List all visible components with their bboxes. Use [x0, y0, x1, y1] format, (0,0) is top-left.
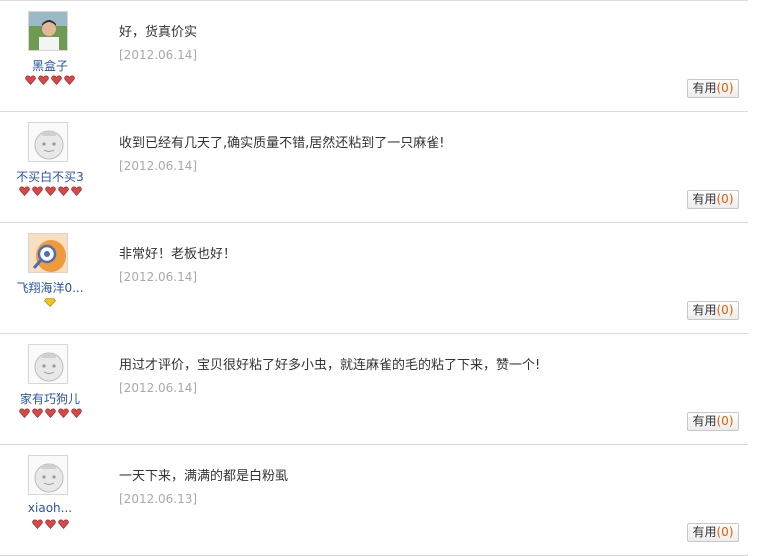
- review-date: [2012.06.13]: [119, 492, 198, 506]
- useful-count: (0): [716, 414, 734, 428]
- heart-rank-icon: [57, 185, 69, 197]
- heart-rank-icon: [18, 407, 30, 419]
- heart-rank-icon: [57, 407, 69, 419]
- user-rank: [0, 518, 100, 530]
- review-content: 好，货真价实: [119, 25, 198, 40]
- review-date: [2012.06.14]: [119, 381, 198, 395]
- useful-count: (0): [716, 303, 734, 317]
- review-username[interactable]: 飞翔海洋0...: [0, 279, 100, 296]
- heart-rank-icon: [64, 74, 75, 86]
- useful-button[interactable]: 有用(0): [687, 190, 739, 209]
- review-item: 不买白不买3 收到已经有几天了,确实质量不错,居然还粘到了一只麻雀! [2012…: [0, 112, 748, 223]
- useful-label: 有用: [692, 525, 717, 539]
- review-content: 收到已经有几天了,确实质量不错,居然还粘到了一只麻雀!: [119, 136, 445, 151]
- review-date: [2012.06.14]: [119, 48, 198, 62]
- review-item: 黑盒子 好，货真价实 [2012.06.14] 有用(0): [0, 1, 748, 112]
- cartoon-avatar-icon[interactable]: [28, 233, 68, 273]
- heart-rank-icon: [38, 74, 49, 86]
- review-username[interactable]: 家有巧狗儿: [0, 390, 100, 407]
- useful-count: (0): [716, 525, 734, 539]
- heart-rank-icon: [31, 185, 43, 197]
- useful-label: 有用: [692, 81, 717, 95]
- review-username[interactable]: 不买白不买3: [0, 168, 100, 185]
- review-item: xiaoh... 一天下来，满满的都是白粉虱 [2012.06.13] 有用(0…: [0, 445, 748, 556]
- review-date: [2012.06.14]: [119, 159, 198, 173]
- useful-label: 有用: [692, 192, 717, 206]
- useful-button[interactable]: 有用(0): [687, 523, 739, 542]
- heart-rank-icon: [31, 518, 43, 530]
- user-rank: [0, 296, 100, 308]
- photo-avatar-icon[interactable]: [28, 11, 68, 51]
- review-content: 用过才评价，宝贝很好粘了好多小虫，就连麻雀的毛的粘了下来，赞一个!: [119, 358, 541, 373]
- review-content: 非常好！老板也好！: [119, 247, 237, 262]
- heart-rank-icon: [31, 407, 43, 419]
- heart-rank-icon: [25, 74, 36, 86]
- heart-rank-icon: [44, 518, 56, 530]
- heart-rank-icon: [18, 185, 30, 197]
- useful-button[interactable]: 有用(0): [687, 301, 739, 320]
- heart-rank-icon: [70, 185, 82, 197]
- heart-rank-icon: [51, 74, 62, 86]
- useful-button[interactable]: 有用(0): [687, 79, 739, 98]
- heart-rank-icon: [44, 185, 56, 197]
- heart-rank-icon: [44, 407, 56, 419]
- review-item: 家有巧狗儿 用过才评价，宝贝很好粘了好多小虫，就连麻雀的毛的粘了下来，赞一个! …: [0, 334, 748, 445]
- user-rank: [0, 185, 100, 197]
- review-username[interactable]: xiaoh...: [0, 501, 100, 515]
- useful-count: (0): [716, 81, 734, 95]
- heart-rank-icon: [57, 518, 69, 530]
- default-avatar-icon[interactable]: [28, 344, 68, 384]
- user-rank: [0, 407, 100, 419]
- diamond-rank-icon: [44, 296, 56, 308]
- useful-label: 有用: [692, 414, 717, 428]
- default-avatar-icon[interactable]: [28, 455, 68, 495]
- heart-rank-icon: [70, 407, 82, 419]
- useful-count: (0): [716, 192, 734, 206]
- review-date: [2012.06.14]: [119, 270, 198, 284]
- useful-button[interactable]: 有用(0): [687, 412, 739, 431]
- user-rank: [0, 74, 100, 86]
- review-content: 一天下来，满满的都是白粉虱: [119, 469, 289, 484]
- review-item: 飞翔海洋0... 非常好！老板也好！ [2012.06.14] 有用(0): [0, 223, 748, 334]
- review-username[interactable]: 黑盒子: [0, 57, 100, 74]
- useful-label: 有用: [692, 303, 717, 317]
- default-avatar-icon[interactable]: [28, 122, 68, 162]
